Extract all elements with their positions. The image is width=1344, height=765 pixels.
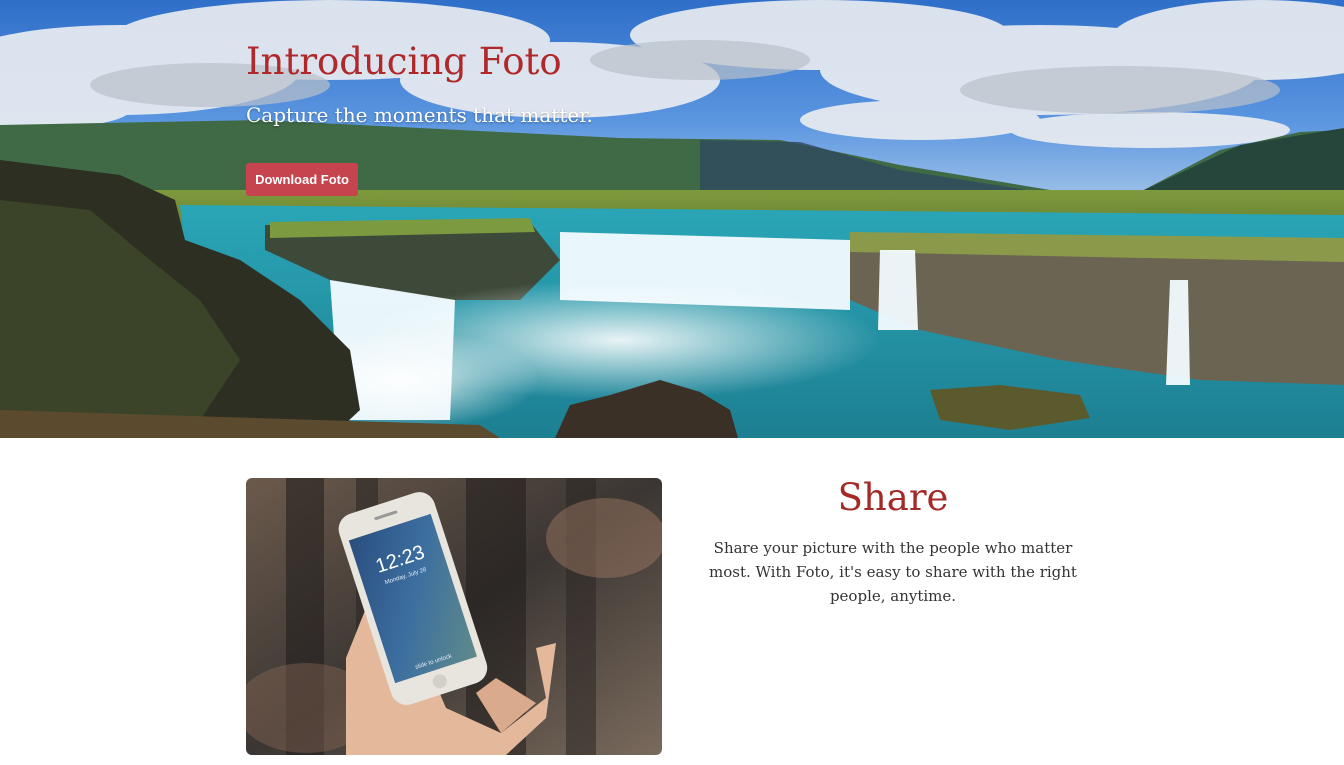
waterfall-landscape-photo xyxy=(0,0,1344,438)
share-description: Share your picture with the people who m… xyxy=(709,539,1077,605)
hero-title: Introducing Foto xyxy=(246,40,562,83)
share-heading: Share xyxy=(837,476,949,519)
download-foto-button[interactable]: Download Foto xyxy=(246,163,358,196)
share-image: 12:23 Monday, July 28 slide to unlock xyxy=(246,478,662,755)
hand-holding-smartphone-photo: 12:23 Monday, July 28 slide to unlock xyxy=(246,478,662,755)
hero-subtitle: Capture the moments that matter. xyxy=(246,103,593,127)
hero-banner: Introducing Foto Capture the moments tha… xyxy=(0,0,1344,438)
